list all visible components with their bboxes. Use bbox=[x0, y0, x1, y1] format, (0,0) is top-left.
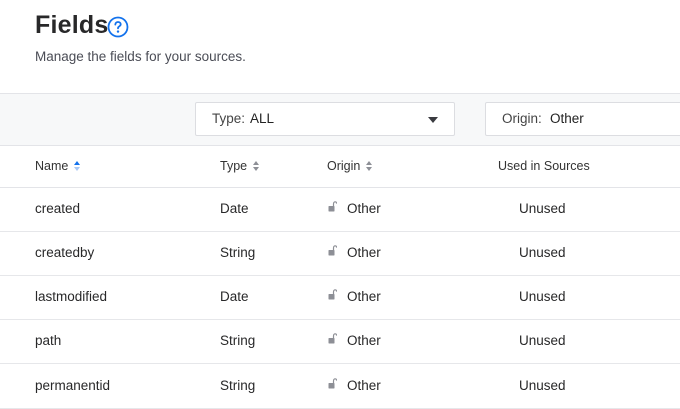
field-type: Date bbox=[220, 201, 249, 216]
unlocked-padlock-icon bbox=[328, 378, 337, 389]
table-row[interactable]: createdby String Other Unused bbox=[0, 232, 680, 276]
sort-icon bbox=[366, 161, 373, 171]
table-row[interactable]: created Date Other Unused bbox=[0, 188, 680, 232]
chevron-down-icon bbox=[428, 117, 438, 123]
field-type: String bbox=[220, 378, 256, 393]
column-header-origin[interactable]: Origin bbox=[327, 159, 373, 173]
type-filter-value: ALL bbox=[250, 111, 275, 126]
unlocked-padlock-icon bbox=[328, 201, 337, 212]
help-icon[interactable] bbox=[107, 16, 129, 38]
sort-ascending-icon bbox=[74, 161, 81, 171]
unlocked-padlock-icon bbox=[328, 289, 337, 300]
sort-icon bbox=[253, 161, 260, 171]
field-name: permanentid bbox=[35, 378, 111, 393]
page-title: Fields bbox=[35, 11, 109, 39]
field-usage: Unused bbox=[519, 378, 566, 393]
field-usage: Unused bbox=[519, 201, 566, 216]
field-origin: Other bbox=[347, 201, 381, 216]
origin-filter-select[interactable]: Origin: Other bbox=[485, 102, 680, 136]
field-usage: Unused bbox=[519, 245, 566, 260]
type-filter-label: Type: bbox=[212, 111, 246, 126]
page-header: Fields Manage the fields for your source… bbox=[0, 0, 680, 93]
field-usage: Unused bbox=[519, 333, 566, 348]
column-header-name[interactable]: Name bbox=[35, 159, 81, 173]
field-origin: Other bbox=[347, 245, 381, 260]
origin-filter-value: Other bbox=[550, 111, 584, 126]
field-name: lastmodified bbox=[35, 289, 108, 304]
type-filter-select[interactable]: Type: ALL bbox=[195, 102, 455, 136]
field-name: path bbox=[35, 333, 62, 348]
filter-bar: Type: ALL Origin: Other bbox=[0, 93, 680, 146]
field-origin: Other bbox=[347, 289, 381, 304]
column-header-used-in-sources: Used in Sources bbox=[498, 159, 590, 173]
table-header: Name Type Origin Used in Sources bbox=[0, 146, 680, 188]
origin-filter-label: Origin: bbox=[502, 111, 542, 126]
field-usage: Unused bbox=[519, 289, 566, 304]
field-origin: Other bbox=[347, 378, 381, 393]
field-name: createdby bbox=[35, 245, 95, 260]
field-origin: Other bbox=[347, 333, 381, 348]
field-type: String bbox=[220, 245, 256, 260]
table-row[interactable]: path String Other Unused bbox=[0, 320, 680, 364]
unlocked-padlock-icon bbox=[328, 245, 337, 256]
field-type: Date bbox=[220, 289, 249, 304]
table-row[interactable]: lastmodified Date Other Unused bbox=[0, 276, 680, 320]
field-name: created bbox=[35, 201, 81, 216]
table-row[interactable]: permanentid String Other Unused bbox=[0, 365, 680, 409]
field-type: String bbox=[220, 333, 256, 348]
unlocked-padlock-icon bbox=[328, 333, 337, 344]
column-header-type[interactable]: Type bbox=[220, 159, 260, 173]
page-subtitle: Manage the fields for your sources. bbox=[35, 49, 246, 64]
